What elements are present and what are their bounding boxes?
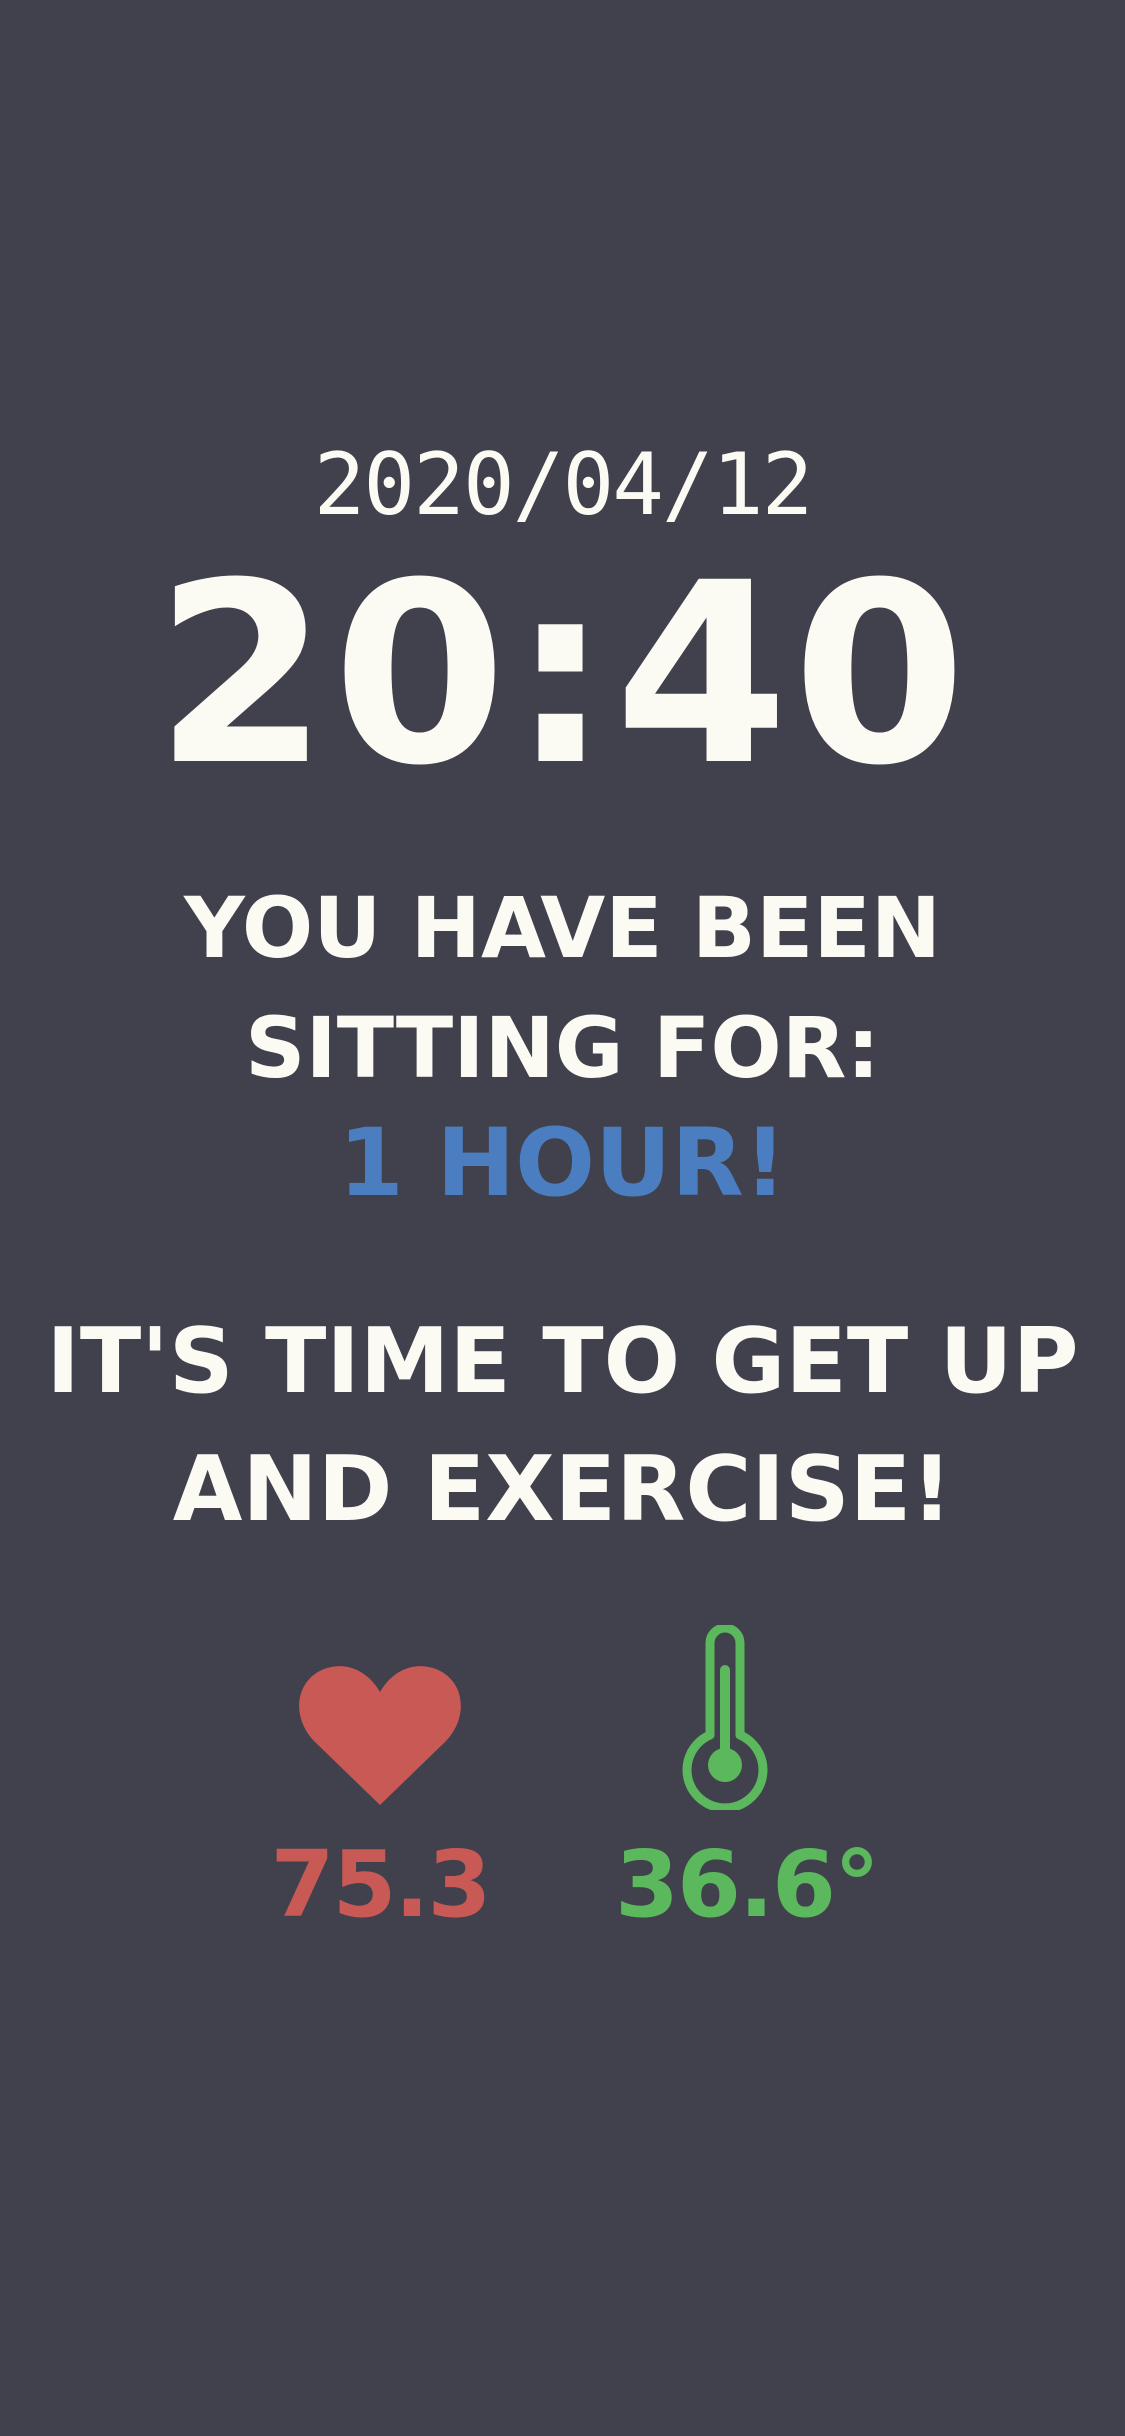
sitting-message: YOU HAVE BEEN SITTING FOR:	[0, 868, 1125, 1108]
time-display: 20:40	[154, 529, 971, 820]
temperature-value: 36.6°	[615, 1831, 880, 1938]
exercise-prompt-line-1: IT'S TIME TO GET UP	[46, 1309, 1079, 1414]
heart-rate-metric: 75.3	[270, 1620, 492, 1940]
sitting-message-line-1: YOU HAVE BEEN	[183, 879, 942, 977]
sitting-reminder-screen: 2020/04/12 20:40 YOU HAVE BEEN SITTING F…	[0, 0, 1125, 2436]
heart-icon	[270, 1620, 490, 1810]
exercise-prompt-line-2: AND EXERCISE!	[172, 1437, 953, 1542]
sitting-message-line-2: SITTING FOR:	[244, 999, 881, 1097]
sitting-duration: 1 HOUR!	[338, 1109, 787, 1218]
thermometer-icon	[615, 1620, 835, 1810]
temperature-metric: 36.6°	[615, 1620, 880, 1940]
heart-rate-value: 75.3	[270, 1831, 492, 1938]
exercise-prompt: IT'S TIME TO GET UP AND EXERCISE!	[0, 1298, 1125, 1554]
date-label: 2020/04/12	[313, 435, 814, 535]
